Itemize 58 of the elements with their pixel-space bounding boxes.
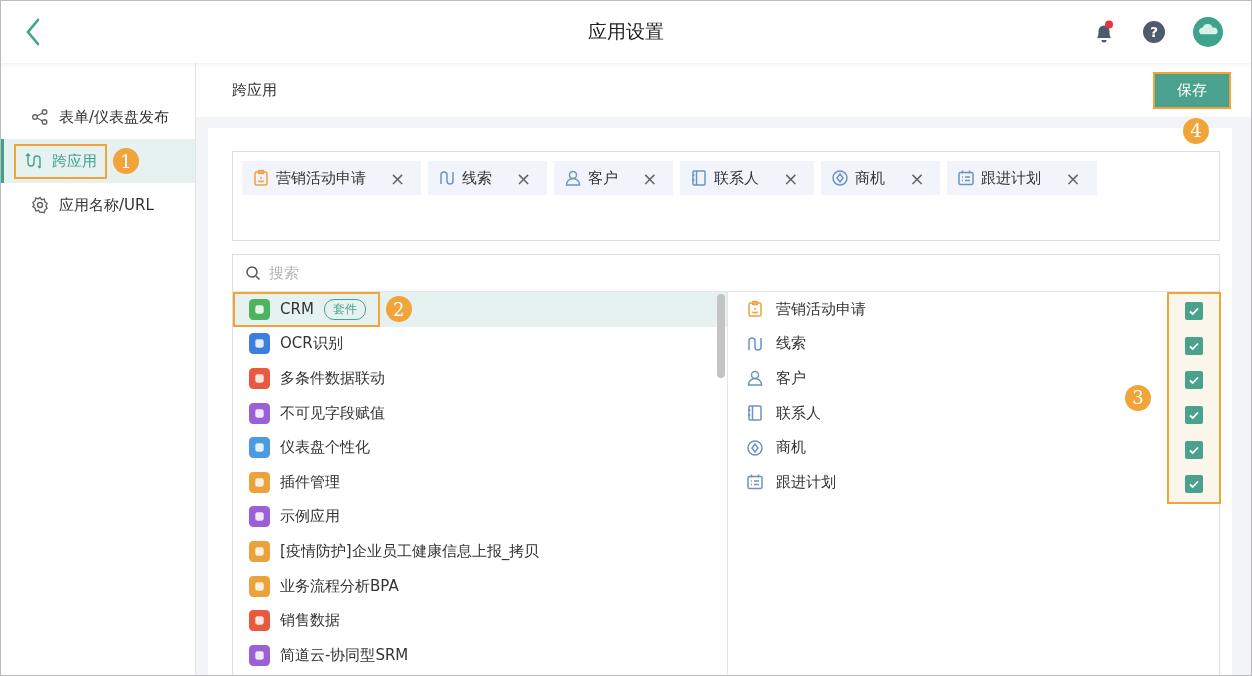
app-item[interactable]: 简道云-协同型SRM: [233, 637, 423, 673]
app-item[interactable]: 多条件数据联动: [233, 361, 399, 396]
scrollbar[interactable]: [717, 294, 725, 378]
tag-label: 客户: [588, 168, 619, 188]
form-name: 商机: [776, 438, 806, 458]
app-item[interactable]: 示例应用: [233, 499, 354, 535]
callout-number: 1: [113, 148, 139, 174]
form-name: 营销活动申请: [776, 299, 866, 319]
remove-button[interactable]: ×: [1047, 167, 1087, 189]
callout-number: 3: [1125, 384, 1151, 411]
page-title: 应用设置: [588, 19, 664, 44]
avatar-icon[interactable]: [1193, 17, 1223, 47]
share-icon: [31, 108, 49, 126]
app-item[interactable]: [疫情防护]企业员工健康信息上报_拷贝: [233, 533, 554, 569]
section-title: 跨应用: [232, 80, 277, 100]
app-item[interactable]: CRM 套件: [233, 291, 380, 327]
callout-number: 2: [385, 296, 412, 323]
app-item[interactable]: 业务流程分析BPA: [233, 568, 413, 604]
remove-button[interactable]: ×: [372, 167, 412, 189]
tag-label: 线索: [462, 168, 493, 188]
route-icon: [746, 334, 764, 353]
form-name: 客户: [776, 369, 806, 388]
compass-icon: [746, 438, 764, 457]
app-item[interactable]: OCR识别: [233, 326, 357, 362]
callout-number: 4: [1183, 117, 1209, 144]
tag-label: 联系人: [714, 168, 760, 188]
clipboard-icon: [252, 169, 270, 187]
route-icon: [24, 152, 42, 170]
tag-label: 跟进计划: [981, 168, 1042, 188]
help-button[interactable]: ?: [1143, 21, 1165, 43]
remove-button[interactable]: ×: [498, 167, 538, 189]
app-item[interactable]: 仪表盘个性化: [233, 430, 384, 466]
remove-button[interactable]: ×: [891, 167, 931, 189]
back-icon[interactable]: [25, 18, 41, 46]
sidebar-item[interactable]: 应用名称/URL: [21, 187, 164, 223]
tag-label: 商机: [855, 168, 886, 188]
app-item[interactable]: 插件管理: [233, 464, 354, 500]
sidebar-item[interactable]: 表单/仪表盘发布: [21, 99, 180, 135]
tag-label: 营销活动申请: [276, 168, 366, 188]
remove-button[interactable]: ×: [624, 167, 664, 189]
suite-badge: 套件: [323, 298, 366, 320]
calendar-icon: [746, 473, 764, 492]
form-name: 联系人: [776, 403, 821, 423]
calendar-icon: [957, 169, 976, 187]
person-icon: [564, 169, 583, 187]
form-name: 跟进计划: [776, 472, 836, 492]
compass-icon: [831, 169, 850, 187]
person-icon: [746, 369, 764, 388]
remove-button[interactable]: ×: [765, 167, 805, 189]
search-icon: [245, 265, 261, 281]
app-item[interactable]: 不可见字段赋值: [233, 395, 399, 431]
clipboard-icon: [746, 300, 764, 319]
app-item[interactable]: 销售数据: [233, 603, 354, 639]
route-icon: [438, 169, 457, 187]
book-icon: [746, 404, 764, 423]
form-name: 线索: [776, 334, 806, 354]
settings-icon: [31, 196, 49, 214]
book-icon: [690, 169, 709, 187]
